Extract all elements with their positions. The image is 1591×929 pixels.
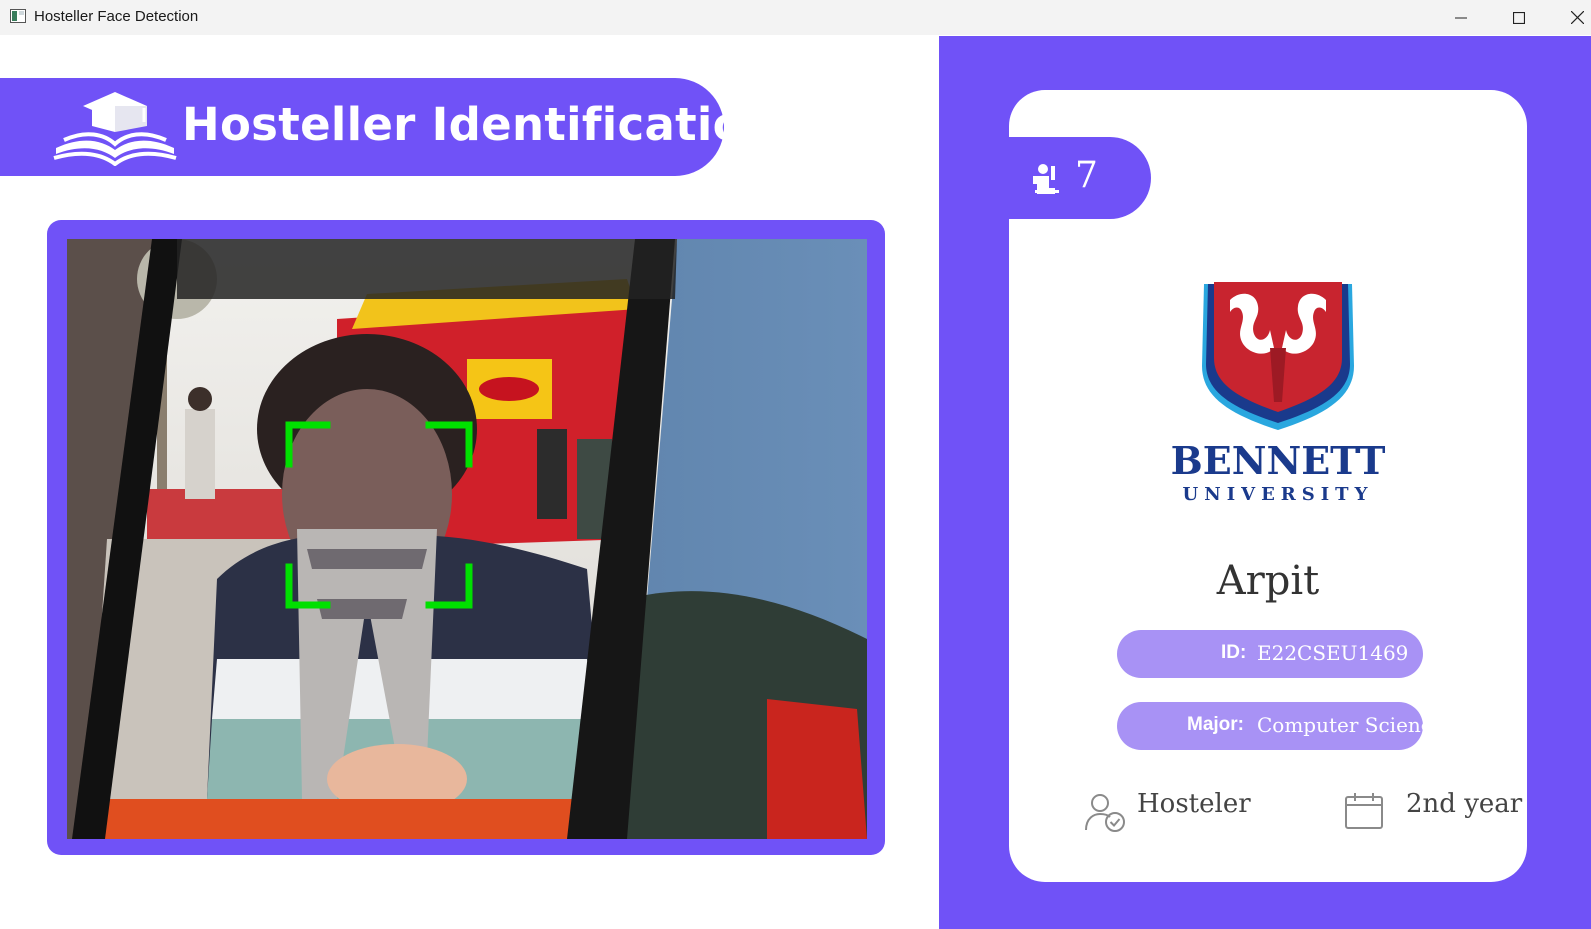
detection-count: 7 <box>1075 155 1098 196</box>
header-banner: Hosteller Identification <box>0 78 776 176</box>
id-label: ID: <box>1221 642 1247 663</box>
major-label: Major: <box>1187 714 1244 735</box>
app-icon <box>10 9 26 23</box>
camera-feed <box>67 239 867 839</box>
student-major-pill: Major: Computer Science <box>1117 702 1423 750</box>
graduation-cap-book-icon <box>53 92 177 166</box>
maximize-icon <box>1513 11 1525 24</box>
detection-count-badge: 7 <box>1009 137 1151 219</box>
university-logo: BENNETT UNIVERSITY <box>1171 282 1386 505</box>
logo-wordmark: BENNETT <box>1171 438 1386 483</box>
residence-status: Hosteler <box>1137 789 1251 819</box>
camera-image <box>67 239 867 839</box>
person-raise-hand-icon <box>1033 164 1059 194</box>
student-id-pill: ID: E22CSEU1469 <box>1117 630 1423 678</box>
close-icon <box>1570 11 1584 24</box>
major-value: Computer Science <box>1257 713 1423 737</box>
window-titlebar: Hosteller Face Detection <box>0 0 1591 35</box>
academic-year: 2nd year <box>1406 789 1523 819</box>
minimize-button[interactable] <box>1432 0 1490 35</box>
user-check-icon <box>1085 794 1125 832</box>
minimize-icon <box>1455 17 1467 18</box>
window-title: Hosteller Face Detection <box>34 8 199 25</box>
page-title: Hosteller Identification <box>182 98 777 151</box>
student-name: Arpit <box>1216 558 1320 604</box>
close-button[interactable] <box>1548 0 1591 35</box>
id-value: E22CSEU1469 <box>1257 641 1409 665</box>
maximize-button[interactable] <box>1490 0 1548 35</box>
logo-subtext: UNIVERSITY <box>1183 484 1374 505</box>
calendar-icon <box>1345 793 1383 829</box>
